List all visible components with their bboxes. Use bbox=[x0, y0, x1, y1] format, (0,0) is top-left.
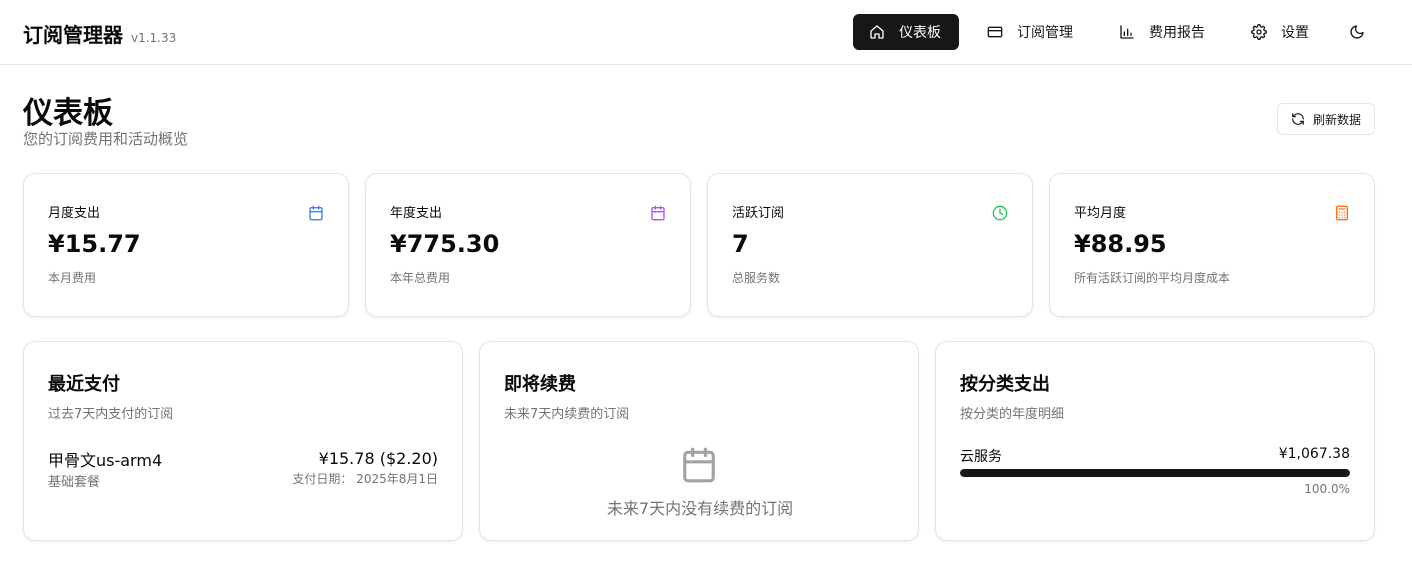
stat-value: ¥88.95 bbox=[1074, 230, 1167, 258]
category-amount: ¥1,067.38 bbox=[1278, 446, 1350, 462]
stat-card-average: 平均月度 ¥88.95 所有活跃订阅的平均月度成本 bbox=[1049, 173, 1375, 317]
home-icon bbox=[869, 24, 885, 40]
panel-subtitle: 按分类的年度明细 bbox=[960, 407, 1065, 422]
nav-subscriptions[interactable]: 订阅管理 bbox=[987, 14, 1087, 50]
theme-toggle-button[interactable] bbox=[1347, 22, 1367, 42]
category-spending-panel: 按分类支出 按分类的年度明细 云服务 ¥1,067.38 100.0% bbox=[935, 341, 1375, 541]
payment-plan: 基础套餐 bbox=[48, 475, 101, 490]
nav-dashboard[interactable]: 仪表板 bbox=[853, 14, 959, 50]
stat-note: 本月费用 bbox=[48, 271, 97, 285]
stat-note: 总服务数 bbox=[732, 271, 781, 285]
stat-label: 月度支出 bbox=[48, 206, 101, 221]
category-progress-bar bbox=[960, 469, 1350, 477]
stat-note: 所有活跃订阅的平均月度成本 bbox=[1074, 271, 1231, 285]
stat-note: 本年总费用 bbox=[390, 271, 451, 285]
stat-value: 7 bbox=[732, 230, 749, 258]
brand: 订阅管理器 v1.1.33 bbox=[23, 19, 176, 48]
calendar-icon bbox=[308, 205, 324, 221]
app-title: 订阅管理器 bbox=[23, 23, 123, 47]
empty-state-text: 未来7天内没有续费的订阅 bbox=[606, 499, 794, 518]
clock-icon bbox=[992, 205, 1008, 221]
refresh-icon bbox=[1292, 113, 1304, 125]
stat-value: ¥15.77 bbox=[48, 230, 141, 258]
nav-reports-label: 费用报告 bbox=[1149, 25, 1205, 41]
payment-name: 甲骨文us-arm4 bbox=[48, 451, 163, 470]
gear-icon bbox=[1251, 24, 1267, 40]
page-subtitle: 您的订阅费用和活动概览 bbox=[23, 130, 189, 148]
page-title: 仪表板 bbox=[23, 96, 113, 131]
panel-title: 即将续费 bbox=[504, 374, 576, 395]
refresh-button[interactable]: 刷新数据 bbox=[1277, 103, 1375, 135]
app-version: v1.1.33 bbox=[131, 31, 177, 45]
nav-dashboard-label: 仪表板 bbox=[899, 25, 941, 41]
recent-payments-panel: 最近支付 过去7天内支付的订阅 甲骨文us-arm4 基础套餐 ¥15.78 (… bbox=[23, 341, 463, 541]
calendar-icon bbox=[650, 205, 666, 221]
stat-card-yearly: 年度支出 ¥775.30 本年总费用 bbox=[365, 173, 691, 317]
upcoming-renewals-panel: 即将续费 未来7天内续费的订阅 未来7天内没有续费的订阅 bbox=[479, 341, 919, 541]
stat-label: 年度支出 bbox=[390, 206, 443, 221]
nav-settings[interactable]: 设置 bbox=[1251, 14, 1321, 50]
stat-label: 活跃订阅 bbox=[732, 206, 785, 221]
app-header: 订阅管理器 v1.1.33 仪表板 订阅管理 费用报告 设置 bbox=[0, 0, 1412, 65]
category-progress-fill bbox=[960, 469, 1350, 477]
stat-card-active: 活跃订阅 7 总服务数 bbox=[707, 173, 1033, 317]
nav-reports[interactable]: 费用报告 bbox=[1119, 14, 1219, 50]
panel-title: 按分类支出 bbox=[960, 374, 1050, 395]
panel-title: 最近支付 bbox=[48, 374, 120, 395]
stat-card-monthly: 月度支出 ¥15.77 本月费用 bbox=[23, 173, 349, 317]
bar-chart-icon bbox=[1119, 24, 1135, 40]
payment-date: 支付日期： 2025年8月1日 bbox=[292, 472, 438, 486]
stat-value: ¥775.30 bbox=[390, 230, 500, 258]
panel-subtitle: 未来7天内续费的订阅 bbox=[504, 407, 630, 422]
nav-settings-label: 设置 bbox=[1281, 25, 1309, 41]
category-name: 云服务 bbox=[960, 449, 1002, 465]
payment-amount: ¥15.78 ($2.20) bbox=[318, 449, 438, 468]
panel-subtitle: 过去7天内支付的订阅 bbox=[48, 407, 174, 422]
credit-card-icon bbox=[987, 24, 1003, 40]
category-percent: 100.0% bbox=[1304, 482, 1350, 496]
moon-icon bbox=[1350, 25, 1364, 39]
calculator-icon bbox=[1334, 205, 1350, 221]
nav-subscriptions-label: 订阅管理 bbox=[1017, 25, 1073, 41]
stat-label: 平均月度 bbox=[1074, 206, 1127, 221]
refresh-label: 刷新数据 bbox=[1312, 112, 1361, 127]
calendar-icon bbox=[680, 445, 718, 485]
